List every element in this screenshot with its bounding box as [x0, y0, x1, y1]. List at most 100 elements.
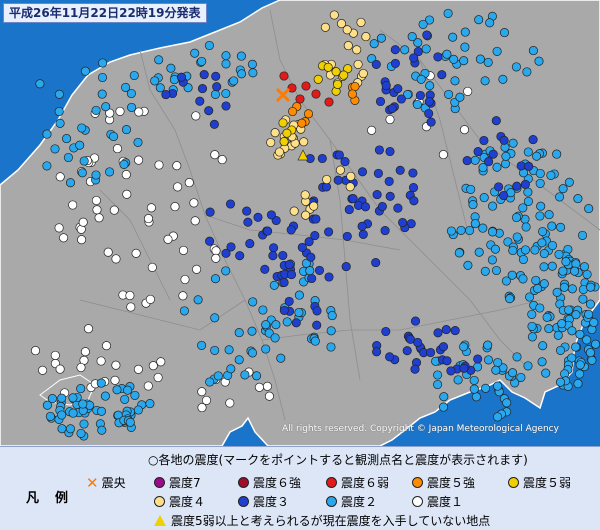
station-intensity-2[interactable] [508, 368, 518, 378]
station-intensity-4[interactable] [353, 59, 363, 69]
station-intensity-2[interactable] [68, 408, 78, 418]
station-intensity-1[interactable] [125, 290, 135, 301]
station-intensity-3[interactable] [221, 101, 231, 111]
station-intensity-2[interactable] [480, 266, 490, 276]
station-intensity-2[interactable] [62, 134, 72, 144]
station-intensity-1[interactable] [112, 144, 123, 154]
station-intensity-3[interactable] [317, 153, 327, 164]
station-intensity-2[interactable] [557, 319, 567, 329]
station-intensity-5-lower[interactable] [313, 74, 323, 84]
station-intensity-2[interactable] [91, 170, 101, 180]
station-intensity-5-upper[interactable] [288, 106, 298, 117]
station-intensity-3[interactable] [409, 53, 419, 63]
station-intensity-2[interactable] [537, 238, 547, 248]
station-intensity-2[interactable] [589, 317, 599, 328]
station-intensity-2[interactable] [469, 384, 479, 394]
station-intensity-2[interactable] [516, 372, 526, 382]
station-intensity-2[interactable] [587, 355, 597, 365]
station-intensity-2[interactable] [459, 56, 469, 66]
station-intensity-2[interactable] [376, 33, 386, 43]
station-intensity-3[interactable] [373, 168, 383, 178]
station-intensity-3[interactable] [243, 217, 253, 227]
station-intensity-1[interactable] [178, 291, 188, 301]
station-intensity-2[interactable] [527, 321, 537, 331]
station-intensity-3[interactable] [398, 217, 408, 228]
station-intensity-3[interactable] [402, 346, 412, 356]
station-intensity-3[interactable] [415, 90, 425, 101]
station-intensity-2[interactable] [492, 162, 502, 172]
station-intensity-1[interactable] [190, 216, 200, 226]
station-intensity-2[interactable] [537, 357, 547, 367]
station-intensity-1[interactable] [131, 248, 141, 258]
station-intensity-2[interactable] [575, 329, 585, 339]
station-intensity-2[interactable] [42, 161, 52, 171]
station-intensity-2[interactable] [582, 335, 592, 345]
station-intensity-2[interactable] [487, 255, 497, 265]
station-intensity-2[interactable] [45, 411, 55, 421]
station-intensity-2[interactable] [248, 297, 258, 307]
station-intensity-3[interactable] [358, 229, 368, 239]
station-intensity-3[interactable] [310, 231, 320, 241]
station-intensity-2[interactable] [491, 365, 501, 375]
station-intensity-1[interactable] [59, 233, 69, 243]
station-intensity-4[interactable] [342, 25, 352, 35]
station-intensity-2[interactable] [547, 261, 557, 271]
station-intensity-3[interactable] [284, 296, 294, 306]
station-intensity-6-lower[interactable] [279, 71, 289, 81]
station-intensity-2[interactable] [520, 245, 531, 255]
station-intensity-1[interactable] [38, 365, 48, 375]
station-intensity-3[interactable] [375, 96, 386, 107]
station-intensity-2[interactable] [123, 385, 133, 395]
station-intensity-3[interactable] [381, 81, 391, 91]
station-intensity-2[interactable] [502, 398, 512, 408]
station-intensity-2[interactable] [567, 284, 577, 294]
station-intensity-3[interactable] [393, 84, 403, 94]
station-intensity-3[interactable] [341, 262, 351, 272]
station-intensity-4[interactable] [289, 206, 299, 216]
station-intensity-2[interactable] [229, 76, 239, 86]
station-intensity-2[interactable] [121, 125, 132, 135]
station-intensity-2[interactable] [78, 399, 88, 409]
station-intensity-1[interactable] [126, 302, 136, 312]
station-intensity-5-lower[interactable] [282, 128, 292, 138]
station-intensity-3[interactable] [199, 70, 209, 80]
station-intensity-2[interactable] [79, 156, 89, 166]
station-intensity-2[interactable] [224, 345, 234, 355]
station-intensity-2[interactable] [369, 39, 379, 49]
station-intensity-2[interactable] [455, 92, 465, 102]
station-intensity-3[interactable] [422, 30, 432, 40]
station-intensity-2[interactable] [577, 230, 588, 240]
station-intensity-2[interactable] [508, 245, 518, 256]
station-intensity-2[interactable] [556, 222, 566, 232]
station-intensity-2[interactable] [294, 307, 304, 318]
station-intensity-1[interactable] [76, 362, 86, 373]
station-intensity-2[interactable] [542, 312, 552, 322]
station-intensity-1[interactable] [184, 178, 194, 188]
station-intensity-4[interactable] [322, 174, 332, 185]
station-intensity-2[interactable] [276, 353, 286, 363]
station-intensity-3[interactable] [266, 210, 276, 220]
station-intensity-2[interactable] [197, 56, 207, 66]
station-intensity-4[interactable] [329, 10, 339, 20]
station-intensity-2[interactable] [234, 328, 244, 338]
station-intensity-1[interactable] [110, 375, 120, 385]
station-intensity-2[interactable] [518, 254, 528, 265]
station-intensity-2[interactable] [444, 89, 454, 99]
station-intensity-3[interactable] [390, 45, 400, 55]
station-intensity-2[interactable] [438, 402, 449, 412]
station-intensity-2[interactable] [523, 361, 533, 371]
station-intensity-3[interactable] [393, 203, 403, 213]
station-intensity-2[interactable] [485, 18, 495, 28]
station-intensity-2[interactable] [561, 257, 571, 267]
station-intensity-1[interactable] [180, 274, 190, 285]
station-intensity-1[interactable] [154, 160, 164, 170]
station-intensity-3[interactable] [263, 226, 273, 236]
station-intensity-2[interactable] [541, 368, 551, 378]
station-intensity-1[interactable] [50, 350, 60, 360]
station-intensity-2[interactable] [554, 249, 564, 259]
station-intensity-5-lower[interactable] [323, 62, 333, 72]
station-intensity-3[interactable] [334, 150, 344, 160]
station-intensity-4[interactable] [361, 32, 371, 42]
station-intensity-2[interactable] [512, 352, 522, 362]
station-intensity-1[interactable] [122, 189, 132, 199]
